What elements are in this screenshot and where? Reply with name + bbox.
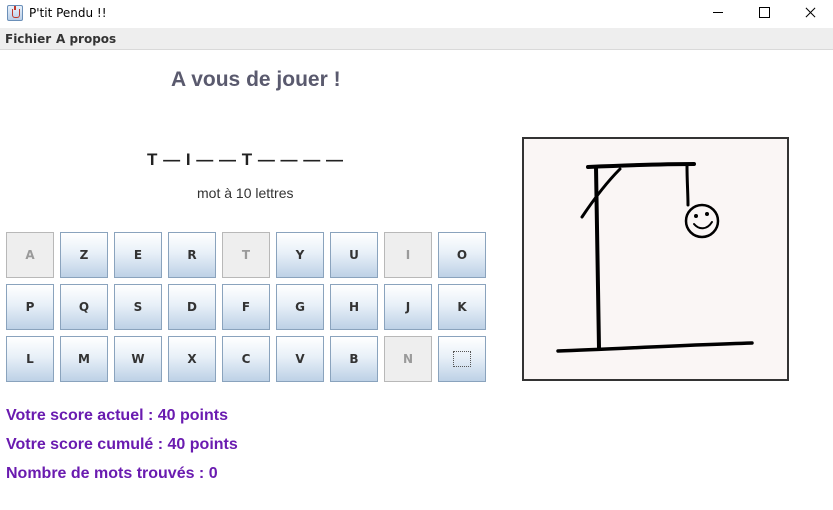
key-p[interactable]: P: [6, 284, 54, 330]
key-h[interactable]: H: [330, 284, 378, 330]
minimize-button[interactable]: [695, 0, 741, 28]
gallows-rope: [685, 164, 690, 207]
title-bar: P'tit Pendu !!: [0, 0, 833, 28]
menu-fichier[interactable]: Fichier: [5, 32, 51, 46]
key-j[interactable]: J: [384, 284, 432, 330]
key-z[interactable]: Z: [60, 232, 108, 278]
key-b[interactable]: B: [330, 336, 378, 382]
gallows-base: [556, 341, 754, 353]
key-n: N: [384, 336, 432, 382]
words-found-count: Nombre de mots trouvés : 0: [6, 465, 218, 482]
hangman-head: [684, 203, 720, 239]
key-m[interactable]: M: [60, 336, 108, 382]
word-length-info: mot à 10 lettres: [197, 185, 294, 201]
letter-keyboard: AZERTYUIO PQSDFGHJK LMWXCVBN: [6, 232, 488, 383]
key-focused[interactable]: [438, 336, 486, 382]
key-o[interactable]: O: [438, 232, 486, 278]
gallows-beam: [586, 162, 696, 169]
key-t: T: [222, 232, 270, 278]
key-f[interactable]: F: [222, 284, 270, 330]
window-title: P'tit Pendu !!: [29, 6, 107, 20]
key-a: A: [6, 232, 54, 278]
key-l[interactable]: L: [6, 336, 54, 382]
maximize-button[interactable]: [741, 0, 787, 28]
key-c[interactable]: C: [222, 336, 270, 382]
cumulative-score: Votre score cumulé : 40 points: [6, 436, 238, 453]
game-heading: A vous de jouer !: [171, 68, 341, 91]
hangman-drawing: [522, 137, 789, 381]
key-k[interactable]: K: [438, 284, 486, 330]
menu-a-propos[interactable]: A propos: [56, 32, 116, 46]
hidden-word: T — I — — T — — — —: [147, 150, 344, 169]
key-s[interactable]: S: [114, 284, 162, 330]
gallows-sketch: [556, 162, 754, 353]
key-d[interactable]: D: [168, 284, 216, 330]
key-i: I: [384, 232, 432, 278]
key-r[interactable]: R: [168, 232, 216, 278]
key-v[interactable]: V: [276, 336, 324, 382]
key-e[interactable]: E: [114, 232, 162, 278]
current-score: Votre score actuel : 40 points: [6, 407, 228, 424]
menu-bar: Fichier A propos: [0, 28, 833, 50]
gallows-brace: [580, 167, 622, 219]
key-y[interactable]: Y: [276, 232, 324, 278]
key-g[interactable]: G: [276, 284, 324, 330]
key-q[interactable]: Q: [60, 284, 108, 330]
close-button[interactable]: [787, 0, 833, 28]
java-cup-icon: [7, 5, 23, 21]
key-u[interactable]: U: [330, 232, 378, 278]
key-w[interactable]: W: [114, 336, 162, 382]
key-x[interactable]: X: [168, 336, 216, 382]
